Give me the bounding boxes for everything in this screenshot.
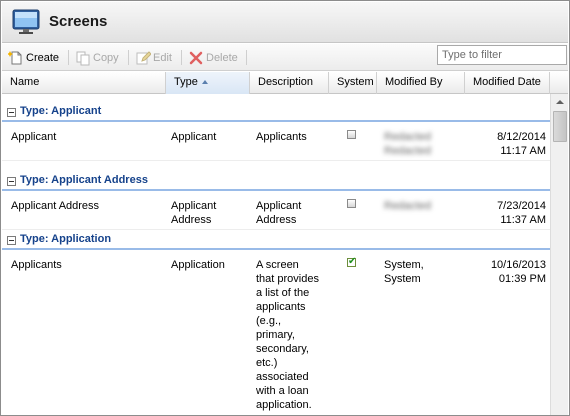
- cell-name: Applicant Address: [11, 200, 100, 212]
- description-line: a list of the: [256, 287, 310, 299]
- filter-input[interactable]: [437, 45, 567, 65]
- redacted-text: Redacted: [384, 145, 432, 157]
- description-line: A screen: [256, 259, 299, 271]
- column-header-description[interactable]: Description: [250, 72, 329, 94]
- description-line: (e.g.,: [256, 315, 282, 327]
- collapse-icon[interactable]: [7, 236, 16, 245]
- description-line: Applicant: [256, 200, 302, 212]
- grid-header: Name Type Description System Modified By…: [2, 72, 568, 94]
- system-checkbox: [347, 130, 356, 139]
- cell-modified-date: 8/12/2014 11:17 AM: [472, 130, 546, 158]
- column-header-name[interactable]: Name: [2, 72, 166, 94]
- column-header-modified-by[interactable]: Modified By: [377, 72, 465, 94]
- description-line: associated: [256, 371, 309, 383]
- copy-button[interactable]: Copy: [75, 50, 119, 66]
- group-label: Type: Applicant: [20, 105, 102, 117]
- description-line: Address: [256, 214, 297, 226]
- cell-modified-by: System, System: [384, 258, 424, 286]
- monitor-icon: [12, 9, 40, 34]
- grid-body: Type: Applicant Applicant Applicant Appl…: [2, 94, 550, 415]
- new-document-icon: [8, 51, 22, 65]
- create-label: Create: [26, 52, 60, 64]
- redacted-text: Redacted: [384, 131, 432, 143]
- time-text: 01:39 PM: [498, 273, 546, 285]
- copy-label: Copy: [93, 52, 119, 64]
- column-header-label: Modified Date: [473, 76, 541, 88]
- type-line: Applicant: [171, 200, 217, 212]
- scrollbar-thumb[interactable]: [553, 111, 567, 142]
- column-header-system[interactable]: System: [329, 72, 377, 94]
- delete-x-icon: [189, 51, 203, 65]
- group-label: Type: Application: [20, 233, 112, 245]
- date-text: 7/23/2014: [497, 200, 546, 212]
- edit-label: Edit: [153, 52, 172, 64]
- column-header-type[interactable]: Type: [166, 72, 250, 94]
- toolbar-divider: [246, 50, 247, 65]
- group-header[interactable]: Type: Application: [2, 230, 550, 250]
- column-header-label: Name: [10, 76, 40, 88]
- column-header-label: Modified By: [385, 76, 443, 88]
- cell-type: Application: [171, 259, 225, 271]
- screens-window: Screens Create Copy Edit Delete Type to …: [0, 0, 570, 416]
- date-text: 8/12/2014: [497, 131, 546, 143]
- column-header-label: Type: [174, 76, 198, 88]
- description-line: that provides: [256, 273, 319, 285]
- group-header[interactable]: Type: Applicant: [2, 102, 550, 122]
- modified-by-line: System,: [384, 259, 424, 271]
- description-line: etc.): [256, 357, 278, 369]
- cell-description: A screen that provides a list of the app…: [256, 258, 319, 412]
- type-line: Address: [171, 214, 212, 226]
- toolbar-divider: [68, 50, 69, 65]
- delete-button[interactable]: Delete: [188, 50, 238, 66]
- collapse-icon[interactable]: [7, 108, 16, 117]
- modified-by-line: System: [384, 273, 421, 285]
- group-label: Type: Applicant Address: [20, 174, 148, 186]
- edit-icon: [136, 51, 151, 65]
- copy-icon: [76, 51, 90, 66]
- delete-label: Delete: [206, 52, 238, 64]
- scroll-up-icon[interactable]: [551, 94, 569, 109]
- cell-modified-date: 10/16/2013 01:39 PM: [472, 258, 546, 286]
- cell-type: Applicant Address: [171, 199, 216, 227]
- group-header[interactable]: Type: Applicant Address: [2, 171, 550, 191]
- cell-name: Applicants: [11, 259, 62, 271]
- sort-ascending-icon: [201, 80, 208, 85]
- cell-modified-date: 7/23/2014 11:37 AM: [472, 199, 546, 227]
- column-header-label: Description: [258, 76, 314, 88]
- date-text: 10/16/2013: [490, 259, 546, 271]
- description-line: with a loan: [256, 385, 309, 397]
- cell-type: Applicant: [171, 131, 217, 143]
- system-checkbox: [347, 199, 356, 208]
- description-line: application.: [256, 399, 312, 411]
- cell-modified-by: Redacted Redacted: [384, 130, 431, 158]
- table-row[interactable]: Applicants Application A screen that pro…: [2, 252, 550, 415]
- title-bar: Screens: [2, 2, 568, 43]
- table-row[interactable]: Applicant Address Applicant Address Appl…: [2, 193, 550, 230]
- cell-modified-by: Redacted: [384, 199, 431, 213]
- cell-description: Applicant Address: [256, 199, 301, 227]
- time-text: 11:37 AM: [500, 214, 546, 226]
- vertical-scrollbar[interactable]: [550, 94, 569, 415]
- create-button[interactable]: Create: [8, 50, 59, 66]
- column-header-spacer: [550, 72, 568, 94]
- cell-description: Applicants: [256, 131, 307, 143]
- description-line: applicants: [256, 301, 306, 313]
- time-text: 11:17 AM: [500, 145, 546, 157]
- page-title: Screens: [49, 13, 108, 30]
- cell-name: Applicant: [11, 131, 57, 143]
- description-line: secondary,: [256, 343, 309, 355]
- column-header-label: System: [337, 76, 374, 88]
- collapse-icon[interactable]: [7, 177, 16, 186]
- column-header-modified-date[interactable]: Modified Date: [465, 72, 550, 94]
- system-checkbox-checked: [347, 256, 356, 267]
- edit-button[interactable]: Edit: [135, 50, 172, 66]
- table-row[interactable]: Applicant Applicant Applicants Redacted …: [2, 124, 550, 161]
- toolbar-divider: [181, 50, 182, 65]
- description-line: primary,: [256, 329, 295, 341]
- toolbar-divider: [128, 50, 129, 65]
- redacted-text: Redacted: [384, 200, 432, 212]
